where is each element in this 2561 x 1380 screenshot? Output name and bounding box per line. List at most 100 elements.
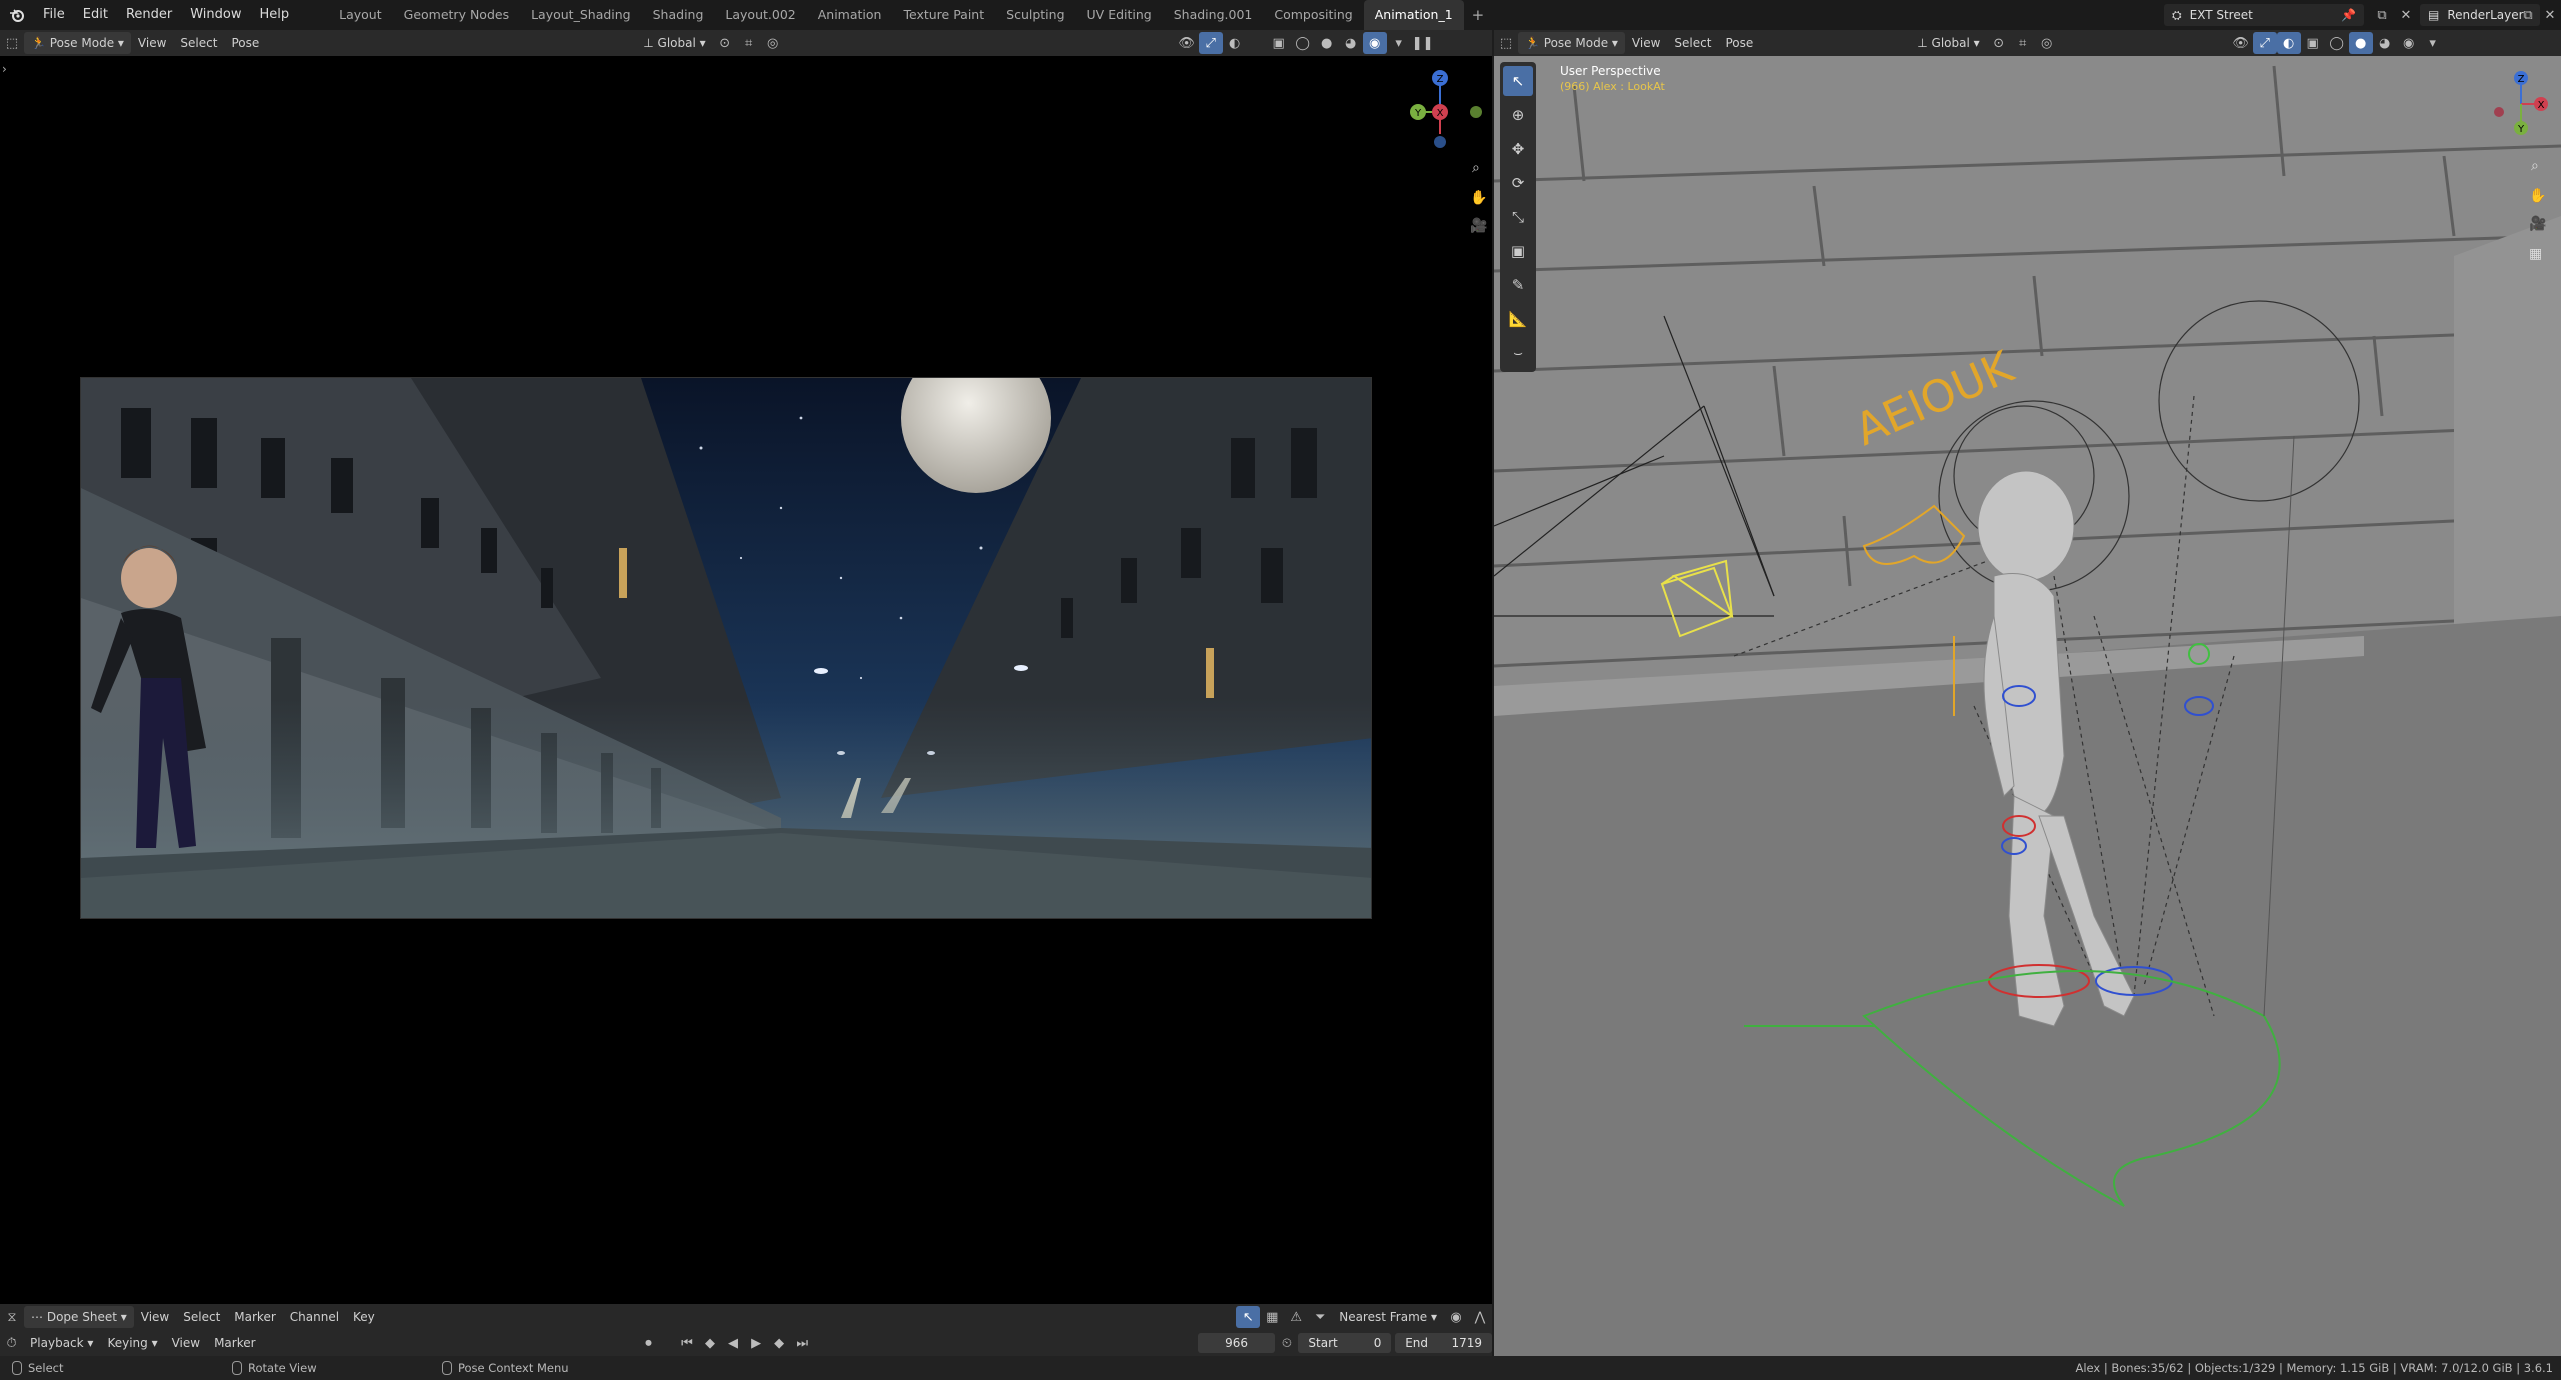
timeline-view-menu[interactable]: View [165, 1332, 207, 1354]
end-frame-field[interactable]: End 1719 [1395, 1333, 1493, 1353]
menu-edit[interactable]: Edit [74, 0, 117, 30]
pivot-icon[interactable]: ⊙ [713, 32, 737, 54]
new-scene-icon[interactable]: ⧉ [2370, 4, 2394, 26]
play-reverse-icon[interactable]: ◀ [722, 1332, 745, 1354]
prev-keyframe-icon[interactable]: ◆ [698, 1332, 721, 1354]
menu-window[interactable]: Window [181, 0, 250, 30]
only-errors-icon[interactable]: ⚠ [1284, 1306, 1308, 1328]
transform-orientation[interactable]: ⊥ Global ▾ [636, 32, 712, 54]
camera-viewport[interactable]: › Z Y X ⌕ ✋ 🎥 [0, 56, 1492, 1304]
gizmo-toggle-icon[interactable]: ⤢ [1198, 32, 1223, 54]
ds-menu-channel[interactable]: Channel [283, 1306, 346, 1328]
menu-file[interactable]: File [34, 0, 74, 30]
material-shading-icon[interactable]: ◕ [1339, 32, 1363, 54]
editor-type-icon[interactable]: ⬚ [0, 32, 24, 54]
user-perspective-viewport[interactable]: AEIOUK User Perspective (966) Alex : Loo… [1494, 56, 2561, 1356]
measure-icon[interactable]: 📐 [1503, 304, 1533, 334]
falloff-icon[interactable]: ⋀ [1468, 1306, 1492, 1328]
editor-type-icon[interactable]: ⧖ [0, 1306, 24, 1328]
select-box-icon[interactable]: ↖ [1503, 66, 1533, 96]
pin-icon[interactable]: 📌 [2341, 8, 2356, 22]
mode-selector[interactable]: 🏃 Pose Mode ▾ [1518, 32, 1625, 54]
overlay-icon[interactable]: ◐ [2276, 32, 2301, 54]
current-frame-field[interactable]: 966 [1197, 1333, 1276, 1353]
menu-view[interactable]: View [131, 32, 173, 54]
cursor-icon[interactable]: ⊕ [1503, 100, 1533, 130]
keying-menu[interactable]: Keying ▾ [100, 1332, 164, 1354]
next-keyframe-icon[interactable]: ◆ [768, 1332, 791, 1354]
scale-icon[interactable]: ⤡ [1503, 202, 1533, 232]
snap-icon[interactable]: ⌗ [737, 32, 761, 54]
visibility-icon[interactable]: 👁 [1175, 32, 1199, 54]
material-shading-icon[interactable]: ◕ [2373, 32, 2397, 54]
tab-layout-shading[interactable]: Layout_Shading [520, 0, 642, 30]
menu-view[interactable]: View [1625, 32, 1667, 54]
delete-view-layer-icon[interactable]: ✕ [2538, 4, 2561, 26]
shading-options-icon[interactable]: ▾ [1387, 32, 1411, 54]
timeline-editor-icon[interactable]: ⏱ [0, 1332, 23, 1354]
menu-pose[interactable]: Pose [224, 32, 266, 54]
show-hidden-icon[interactable]: ▦ [1260, 1306, 1284, 1328]
proportional-edit-icon[interactable]: ◎ [2035, 32, 2059, 54]
bone-envelope-icon[interactable]: ⌣ [1503, 338, 1533, 368]
visibility-icon[interactable]: 👁 [2229, 32, 2253, 54]
xray-icon[interactable]: ▣ [2301, 32, 2325, 54]
snap-icon[interactable]: ⌗ [2011, 32, 2035, 54]
rendered-shading-icon[interactable]: ◉ [1362, 32, 1387, 54]
menu-pose[interactable]: Pose [1718, 32, 1760, 54]
rotate-icon[interactable]: ⟳ [1503, 168, 1533, 198]
record-icon[interactable]: ⏺ [637, 1332, 660, 1354]
transform-orientation[interactable]: ⊥ Global ▾ [1910, 32, 1986, 54]
navigation-gizmo[interactable]: Z Y X ⌕ ✋ 🎥 [1392, 64, 1492, 264]
wireframe-shading-icon[interactable]: ◯ [1291, 32, 1315, 54]
tab-shading-001[interactable]: Shading.001 [1163, 0, 1264, 30]
only-selected-icon[interactable]: ↖ [1236, 1306, 1261, 1328]
preview-range-icon[interactable]: ⏲ [1275, 1332, 1298, 1354]
transform-icon[interactable]: ▣ [1503, 236, 1533, 266]
editor-type-icon[interactable]: ⬚ [1494, 32, 1518, 54]
playback-menu[interactable]: Playback ▾ [23, 1332, 100, 1354]
solid-shading-icon[interactable]: ● [2348, 32, 2373, 54]
play-icon[interactable]: ▶ [745, 1332, 768, 1354]
shading-options-icon[interactable]: ▾ [2421, 32, 2445, 54]
mode-selector[interactable]: 🏃 Pose Mode ▾ [24, 32, 131, 54]
annotate-icon[interactable]: ✎ [1503, 270, 1533, 300]
tab-texture-paint[interactable]: Texture Paint [892, 0, 995, 30]
delete-scene-icon[interactable]: ✕ [2394, 4, 2418, 26]
ds-menu-key[interactable]: Key [346, 1306, 382, 1328]
tab-animation-1[interactable]: Animation_1 [1363, 0, 1464, 30]
jump-start-icon[interactable]: ⏮ [675, 1332, 698, 1354]
snapping-selector[interactable]: Nearest Frame ▾ [1332, 1306, 1444, 1328]
rendered-shading-icon[interactable]: ◉ [2397, 32, 2421, 54]
tab-layout-002[interactable]: Layout.002 [714, 0, 806, 30]
scene-selector[interactable]: ⛭ EXT Street 📌 [2164, 4, 2364, 26]
solid-shading-icon[interactable]: ● [1315, 32, 1339, 54]
blender-logo-icon[interactable] [0, 0, 34, 30]
menu-select[interactable]: Select [1667, 32, 1718, 54]
timeline-marker-menu[interactable]: Marker [207, 1332, 262, 1354]
ds-menu-view[interactable]: View [134, 1306, 176, 1328]
tab-layout[interactable]: Layout [328, 0, 393, 30]
dope-sheet-mode[interactable]: ⋯ Dope Sheet ▾ [24, 1306, 134, 1328]
gizmo-toggle-icon[interactable]: ⤢ [2252, 32, 2277, 54]
tab-animation[interactable]: Animation [807, 0, 893, 30]
tab-geometry-nodes[interactable]: Geometry Nodes [393, 0, 520, 30]
proportional-icon[interactable]: ◉ [1444, 1306, 1468, 1328]
menu-help[interactable]: Help [251, 0, 299, 30]
new-view-layer-icon[interactable]: ⧉ [2516, 4, 2540, 26]
jump-end-icon[interactable]: ⏭ [791, 1332, 814, 1354]
add-workspace-icon[interactable]: + [1464, 6, 1493, 24]
menu-render[interactable]: Render [117, 0, 181, 30]
tab-shading[interactable]: Shading [642, 0, 715, 30]
pause-render-icon[interactable]: ❚❚ [1411, 32, 1435, 54]
move-icon[interactable]: ✥ [1503, 134, 1533, 164]
ds-menu-select[interactable]: Select [176, 1306, 227, 1328]
overlay-icon[interactable]: ◐ [1223, 32, 1247, 54]
tab-sculpting[interactable]: Sculpting [995, 0, 1075, 30]
tab-compositing[interactable]: Compositing [1263, 0, 1363, 30]
wireframe-shading-icon[interactable]: ◯ [2325, 32, 2349, 54]
filter-icon[interactable]: ⏷ [1308, 1306, 1332, 1328]
pivot-icon[interactable]: ⊙ [1987, 32, 2011, 54]
tab-uv-editing[interactable]: UV Editing [1076, 0, 1163, 30]
collapse-arrow-icon[interactable]: › [2, 62, 7, 76]
